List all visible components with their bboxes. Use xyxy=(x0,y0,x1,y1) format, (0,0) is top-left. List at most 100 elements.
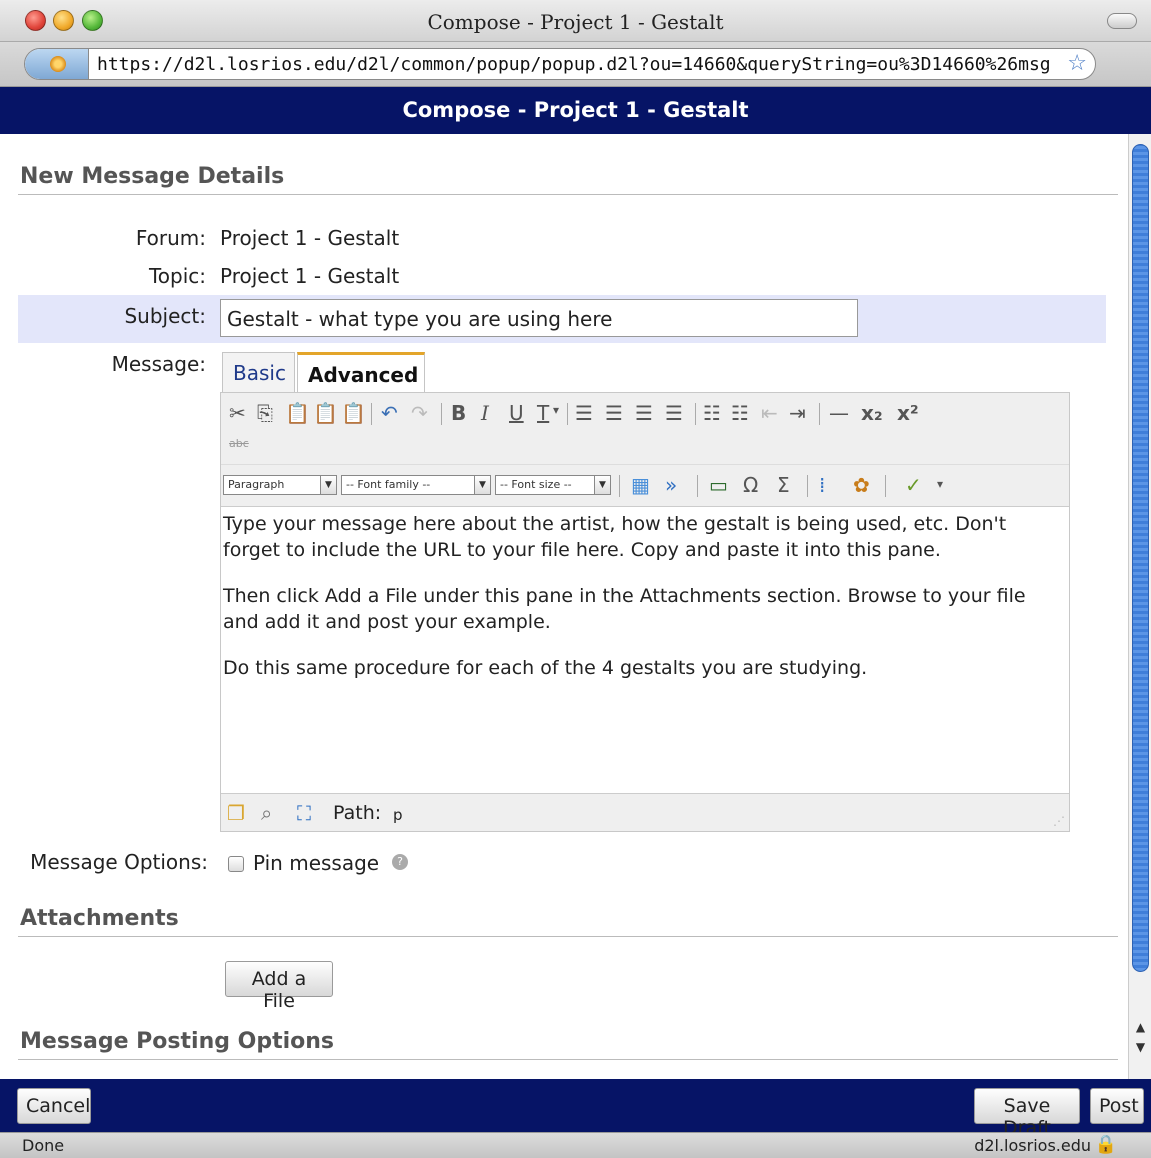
status-domain: d2l.losrios.edu xyxy=(974,1136,1091,1155)
toolbar-separator xyxy=(695,403,696,425)
subject-label: Subject: xyxy=(124,304,206,328)
browser-statusbar: Done d2l.losrios.edu 🔒 xyxy=(0,1132,1151,1158)
strikethrough-icon[interactable]: abc xyxy=(229,437,249,450)
underline-icon[interactable]: U xyxy=(509,401,524,425)
copy-icon[interactable]: ⎘ xyxy=(257,401,273,425)
outdent-icon[interactable]: ⇤ xyxy=(761,401,778,425)
section-divider xyxy=(18,936,1118,937)
url-text[interactable]: https://d2l.losrios.edu/d2l/common/popup… xyxy=(97,54,1061,75)
toolbar-separator xyxy=(619,475,620,497)
format-select[interactable]: Paragraph ▼ xyxy=(223,475,337,495)
section-divider xyxy=(18,1059,1118,1060)
paste-word-icon[interactable]: 📋 xyxy=(341,401,366,425)
page-header: Compose - Project 1 - Gestalt xyxy=(0,87,1151,134)
message-paragraph: Do this same procedure for each of the 4… xyxy=(223,657,868,679)
spellcheck-icon[interactable]: ✓ xyxy=(905,473,922,497)
indent-icon[interactable]: ⇥ xyxy=(789,401,806,425)
scroll-up-icon[interactable]: ▲ xyxy=(1132,1018,1149,1036)
text-color-icon[interactable]: T xyxy=(537,401,549,425)
forum-value: Project 1 - Gestalt xyxy=(220,226,400,250)
horizontal-rule-icon[interactable]: — xyxy=(829,401,849,425)
subscript-icon[interactable]: x₂ xyxy=(861,401,883,425)
message-paragraph: Type your message here about the artist,… xyxy=(223,513,1007,561)
message-options-label: Message Options: xyxy=(30,850,208,874)
path-value: p xyxy=(393,806,403,824)
message-body[interactable]: Type your message here about the artist,… xyxy=(221,507,1069,793)
scroll-down-icon[interactable]: ▼ xyxy=(1132,1038,1149,1056)
message-label: Message: xyxy=(111,352,206,376)
lock-icon[interactable]: 🔒 xyxy=(1095,1134,1117,1155)
new-message-details-heading: New Message Details xyxy=(20,164,285,189)
bookmark-star-icon[interactable]: ☆ xyxy=(1067,51,1087,76)
chevron-down-icon: ▼ xyxy=(474,476,490,494)
rich-text-editor: ✂ ⎘ 📋 📋 📋 ↶ ↷ B I U T ▾ ☰ ☰ ☰ ☰ ☷ ☷ ⇤ ⇥ … xyxy=(220,392,1070,832)
editor-toolbar-row-1: ✂ ⎘ 📋 📋 📋 ↶ ↷ B I U T ▾ ☰ ☰ ☰ ☰ ☷ ☷ ⇤ ⇥ … xyxy=(221,393,1069,465)
tab-advanced[interactable]: Advanced xyxy=(297,352,425,392)
site-identity-icon[interactable] xyxy=(25,49,89,79)
message-paragraph: Then click Add a File under this pane in… xyxy=(223,585,1026,633)
superscript-icon[interactable]: x² xyxy=(897,401,919,425)
section-divider xyxy=(18,194,1118,195)
align-center-icon[interactable]: ☰ xyxy=(605,401,623,425)
site-favicon xyxy=(50,56,66,72)
post-button[interactable]: Post xyxy=(1090,1088,1144,1124)
bullet-list-icon[interactable]: ☷ xyxy=(703,401,721,425)
chevron-down-icon: ▼ xyxy=(320,476,336,494)
vertical-scrollbar[interactable]: ▲ ▼ xyxy=(1128,134,1151,1079)
preview-icon[interactable]: ❐ xyxy=(227,801,245,825)
status-text: Done xyxy=(22,1136,65,1155)
toolbar-separator xyxy=(567,403,568,425)
action-footer: Cancel Save Draft Post xyxy=(0,1079,1151,1139)
subject-input[interactable]: Gestalt - what type you are using here xyxy=(220,299,858,337)
page-title: Compose - Project 1 - Gestalt xyxy=(402,98,749,122)
bold-icon[interactable]: B xyxy=(451,401,466,425)
font-family-select-value: -- Font family -- xyxy=(346,478,431,491)
attachments-heading: Attachments xyxy=(20,906,179,931)
toolbar-separator xyxy=(697,475,698,497)
paste-text-icon[interactable]: 📋 xyxy=(313,401,338,425)
find-icon[interactable]: ⌕ xyxy=(261,801,272,825)
pin-message-label: Pin message xyxy=(253,851,380,875)
align-right-icon[interactable]: ☰ xyxy=(635,401,653,425)
chevron-down-icon: ▼ xyxy=(594,476,610,494)
special-character-icon[interactable]: Ω xyxy=(743,473,758,497)
insert-image-icon[interactable]: ▭ xyxy=(709,473,728,497)
font-family-select[interactable]: -- Font family -- ▼ xyxy=(341,475,491,495)
numbered-list-icon[interactable]: ☷ xyxy=(731,401,749,425)
window-titlebar: Compose - Project 1 - Gestalt xyxy=(0,0,1151,42)
toolbar-separator xyxy=(819,403,820,425)
align-left-icon[interactable]: ☰ xyxy=(575,401,593,425)
tab-basic[interactable]: Basic xyxy=(222,352,295,392)
toolbar-toggle-button[interactable] xyxy=(1107,13,1137,29)
text-color-dropdown-icon[interactable]: ▾ xyxy=(553,403,559,417)
format-select-value: Paragraph xyxy=(228,478,285,491)
redo-icon[interactable]: ↷ xyxy=(411,401,428,425)
toolbar-separator xyxy=(807,475,808,497)
address-bar[interactable]: https://d2l.losrios.edu/d2l/common/popup… xyxy=(24,48,1096,80)
scrollbar-thumb[interactable] xyxy=(1132,144,1149,972)
paste-icon[interactable]: 📋 xyxy=(285,401,310,425)
italic-icon[interactable]: I xyxy=(481,401,489,425)
toolbar-separator xyxy=(885,475,886,497)
cut-icon[interactable]: ✂ xyxy=(229,401,246,425)
insert-attribute-icon[interactable]: ⁞ xyxy=(819,473,825,497)
add-file-button[interactable]: Add a File xyxy=(225,961,333,1012)
equation-icon[interactable]: Σ xyxy=(777,473,790,497)
spellcheck-dropdown-icon[interactable]: ▾ xyxy=(937,477,943,491)
align-justify-icon[interactable]: ☰ xyxy=(665,401,683,425)
help-icon[interactable]: ? xyxy=(392,854,408,870)
cancel-button[interactable]: Cancel xyxy=(17,1088,91,1124)
font-size-select[interactable]: -- Font size -- ▼ xyxy=(495,475,611,495)
fullscreen-icon[interactable]: ⛶ xyxy=(297,801,311,825)
resize-handle-icon[interactable]: ⋰ xyxy=(1053,814,1065,828)
undo-icon[interactable]: ↶ xyxy=(381,401,398,425)
insert-stuff-icon[interactable]: ✿ xyxy=(853,473,870,497)
font-size-select-value: -- Font size -- xyxy=(500,478,572,491)
save-draft-button[interactable]: Save Draft xyxy=(974,1088,1080,1139)
insert-table-icon[interactable]: ▦ xyxy=(631,473,650,497)
editor-toolbar-row-2: Paragraph ▼ -- Font family -- ▼ -- Font … xyxy=(221,465,1069,507)
address-bar-area: https://d2l.losrios.edu/d2l/common/popup… xyxy=(0,42,1151,87)
toolbar-separator xyxy=(371,403,372,425)
pin-message-checkbox[interactable] xyxy=(228,856,244,872)
insert-media-icon[interactable]: » xyxy=(665,473,677,497)
